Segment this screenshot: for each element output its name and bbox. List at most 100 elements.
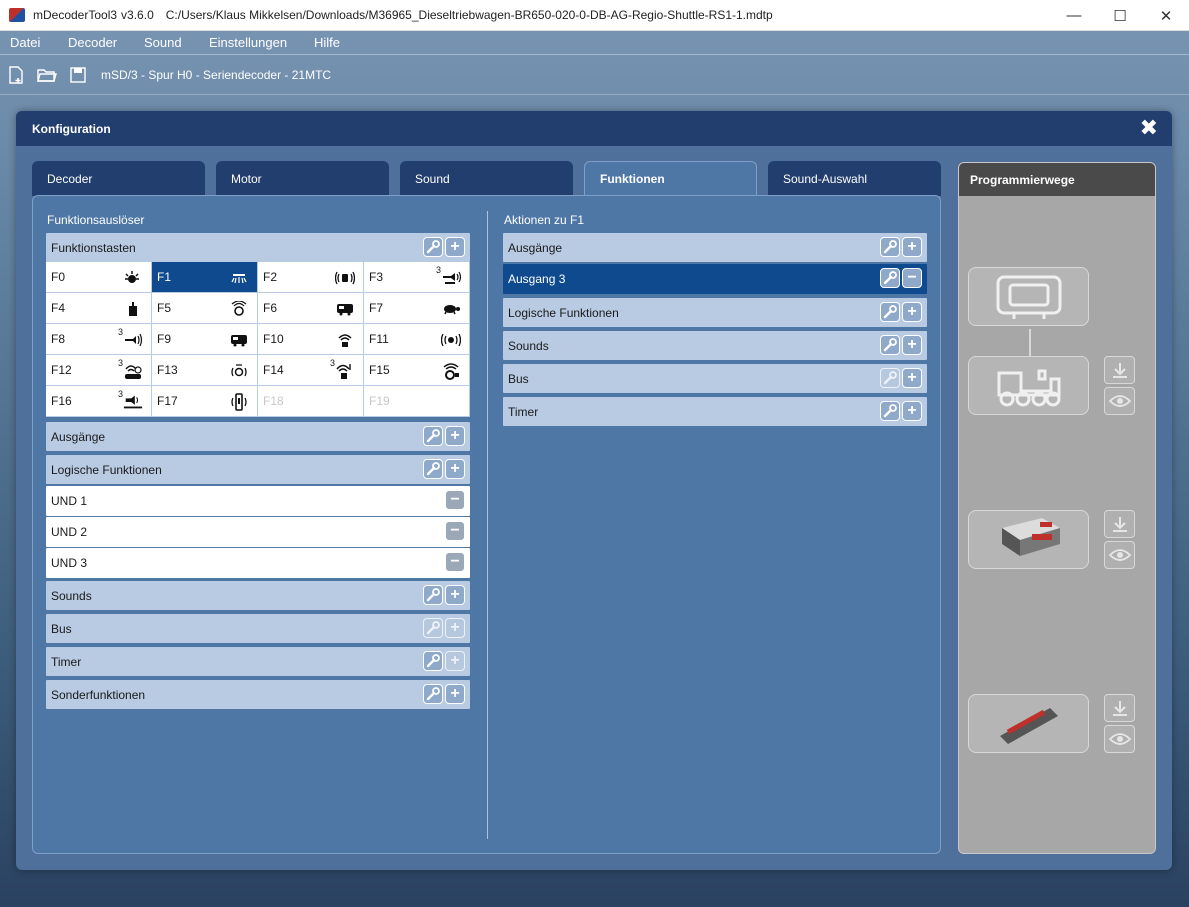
ausgang-3-row[interactable]: Ausgang 3 − <box>503 264 927 294</box>
function-key-f13[interactable]: F13 <box>152 355 258 386</box>
sonderfunktionen-row[interactable]: Sonderfunktionen + <box>46 680 470 709</box>
bus-row[interactable]: Bus + <box>46 614 470 643</box>
save-icon[interactable] <box>68 65 88 85</box>
wrench-icon[interactable] <box>880 302 900 322</box>
tab-motor[interactable]: Motor <box>216 161 389 196</box>
add-icon[interactable]: + <box>445 585 465 605</box>
ausgaenge-row[interactable]: Ausgänge + <box>46 422 470 451</box>
function-key-f18[interactable]: F18 <box>258 386 364 417</box>
tab-sound-auswahl[interactable]: Sound-Auswahl <box>768 161 941 196</box>
dialog-header: Konfiguration ✖ <box>16 111 1172 146</box>
function-key-f17[interactable]: F17 <box>152 386 258 417</box>
decoder-label: mSD/3 - Spur H0 - Seriendecoder - 21MTC <box>101 68 332 82</box>
function-key-f10[interactable]: F10 <box>258 324 364 355</box>
function-key-f8[interactable]: F8 3 <box>46 324 152 355</box>
wrench-icon[interactable] <box>880 335 900 355</box>
locomotive-button[interactable] <box>968 356 1089 415</box>
function-key-f16[interactable]: F16 3 <box>46 386 152 417</box>
sounds-row[interactable]: Sounds + <box>46 581 470 610</box>
close-icon[interactable]: ✖ <box>1140 117 1158 139</box>
download-icon[interactable] <box>1104 510 1135 538</box>
add-icon[interactable]: + <box>445 426 465 446</box>
add-icon[interactable]: + <box>902 401 922 421</box>
eye-icon[interactable] <box>1104 725 1135 753</box>
aktion-timer-row[interactable]: Timer + <box>503 397 927 426</box>
und-2-row[interactable]: UND 2 − <box>46 517 470 547</box>
und-3-row[interactable]: UND 3 − <box>46 548 470 578</box>
function-key-f12[interactable]: F12 3 <box>46 355 152 386</box>
function-key-f7[interactable]: F7 <box>364 293 470 324</box>
und-1-row[interactable]: UND 1 − <box>46 486 470 516</box>
timer-row[interactable]: Timer + <box>46 647 470 676</box>
eye-icon[interactable] <box>1104 387 1135 415</box>
usb-stick-button[interactable] <box>968 694 1089 753</box>
aktion-timer-label: Timer <box>508 404 539 419</box>
remove-icon[interactable]: − <box>445 521 465 541</box>
function-key-f14[interactable]: F14 3 <box>258 355 364 386</box>
programmer-device-button[interactable] <box>968 510 1089 569</box>
add-icon[interactable]: + <box>445 237 465 257</box>
new-file-icon[interactable] <box>6 65 26 85</box>
function-key-f2[interactable]: F2 <box>258 262 364 293</box>
function-key-f19[interactable]: F19 <box>364 386 470 417</box>
funktionstasten-header[interactable]: Funktionstasten + <box>46 233 470 262</box>
tab-sound[interactable]: Sound <box>400 161 573 196</box>
wrench-icon[interactable] <box>423 651 443 671</box>
tab-decoder[interactable]: Decoder <box>32 161 205 196</box>
wrench-icon[interactable] <box>880 237 900 257</box>
remove-icon[interactable]: − <box>445 490 465 510</box>
function-key-f1[interactable]: F1 <box>152 262 258 293</box>
add-icon[interactable]: + <box>445 684 465 704</box>
menu-datei[interactable]: Datei <box>10 35 68 50</box>
aktion-sounds-label: Sounds <box>508 338 549 353</box>
central-station-button[interactable] <box>968 267 1089 326</box>
function-key-f3[interactable]: F3 3 <box>364 262 470 293</box>
menu-decoder[interactable]: Decoder <box>68 35 144 50</box>
menu-sound[interactable]: Sound <box>144 35 209 50</box>
add-icon: + <box>445 618 465 638</box>
aktion-ausgaenge-row[interactable]: Ausgänge + <box>503 233 927 262</box>
add-icon[interactable]: + <box>902 302 922 322</box>
wrench-icon[interactable] <box>880 401 900 421</box>
aktion-logische-row[interactable]: Logische Funktionen + <box>503 298 927 327</box>
aktion-bus-row[interactable]: Bus + <box>503 364 927 393</box>
logische-funktionen-label: Logische Funktionen <box>51 462 162 477</box>
wrench-icon[interactable] <box>423 459 443 479</box>
download-icon[interactable] <box>1104 694 1135 722</box>
add-icon[interactable]: + <box>902 237 922 257</box>
remove-icon[interactable]: − <box>902 268 922 288</box>
wrench-icon[interactable] <box>423 684 443 704</box>
eye-icon[interactable] <box>1104 541 1135 569</box>
function-key-f6[interactable]: F6 <box>258 293 364 324</box>
open-folder-icon[interactable] <box>37 65 57 85</box>
function-key-f11[interactable]: F11 <box>364 324 470 355</box>
tab-funktionen[interactable]: Funktionen <box>584 161 757 196</box>
function-key-f15[interactable]: F15 <box>364 355 470 386</box>
add-icon[interactable]: + <box>445 459 465 479</box>
maximize-button[interactable]: ☐ <box>1097 0 1143 31</box>
function-key-f5[interactable]: F5 <box>152 293 258 324</box>
wrench-icon[interactable] <box>423 585 443 605</box>
wrench-icon[interactable] <box>880 268 900 288</box>
menu-einstellungen[interactable]: Einstellungen <box>209 35 314 50</box>
function-key-f0[interactable]: F0 <box>46 262 152 293</box>
menu-bar: Datei Decoder Sound Einstellungen Hilfe <box>0 31 1189 53</box>
download-icon[interactable] <box>1104 356 1135 384</box>
wrench-icon[interactable] <box>423 426 443 446</box>
minimize-button[interactable]: — <box>1051 0 1097 31</box>
light-icon <box>123 269 143 286</box>
menu-hilfe[interactable]: Hilfe <box>314 35 340 50</box>
wrench-icon[interactable] <box>423 237 443 257</box>
sound-icon <box>229 300 249 317</box>
aktion-logische-label: Logische Funktionen <box>508 305 619 320</box>
logische-funktionen-row[interactable]: Logische Funktionen + <box>46 455 470 484</box>
aktion-sounds-row[interactable]: Sounds + <box>503 331 927 360</box>
function-key-f4[interactable]: F4 <box>46 293 152 324</box>
add-icon[interactable]: + <box>902 335 922 355</box>
function-key-f9[interactable]: F9 <box>152 324 258 355</box>
remove-icon[interactable]: − <box>445 552 465 572</box>
close-window-button[interactable]: ✕ <box>1143 0 1189 31</box>
window-controls: — ☐ ✕ <box>1051 0 1189 31</box>
add-icon[interactable]: + <box>902 368 922 388</box>
sound-icon <box>123 362 143 379</box>
